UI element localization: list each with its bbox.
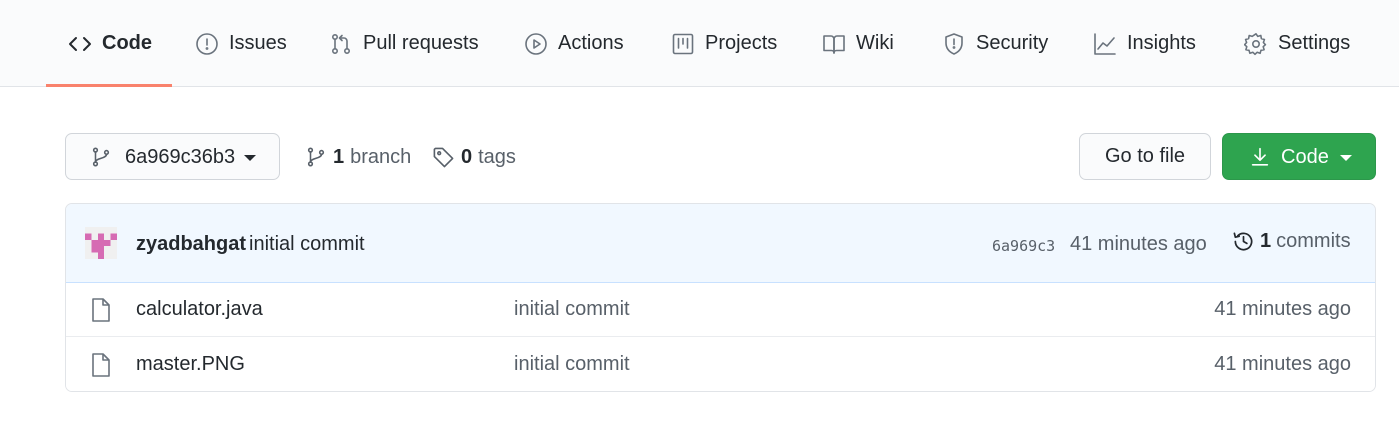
commit-count-label: commits [1276,230,1351,252]
commit-sha[interactable]: 6a969c3 [992,237,1055,255]
avatar[interactable] [85,227,117,259]
code-icon [69,36,91,51]
selected-tab-indicator [46,84,172,87]
git-pull-request-icon [331,33,351,54]
tab-label: Pull requests [363,32,479,54]
git-branch-icon [307,147,325,167]
play-icon [525,32,547,55]
graph-icon [1094,32,1116,55]
tab-insights[interactable]: Insights [1093,0,1196,87]
project-icon [672,33,694,54]
go-to-file-label: Go to file [1104,145,1186,167]
tab-label: Code [102,32,152,54]
tab-pull-requests[interactable]: Pull requests [329,0,479,87]
commit-message[interactable]: initial commit [249,233,365,256]
commit-count: 1 [1260,230,1272,252]
commits-history-link[interactable]: 1 commits [1232,230,1351,253]
tab-label: Settings [1278,32,1351,54]
go-to-file-button[interactable]: Go to file [1079,133,1211,180]
tag-count: 0 [461,145,473,168]
branch-select-label: 6a969c36b3 [125,146,236,168]
file-commit-message[interactable]: initial commit [514,353,630,376]
tab-projects[interactable]: Projects [671,0,777,87]
tab-label: Wiki [856,32,894,54]
branch-count: 1 [333,145,345,168]
file-icon [92,298,110,322]
gear-icon [1244,32,1267,55]
chevron-down-icon [244,155,256,161]
tab-settings[interactable]: Settings [1244,0,1350,87]
tab-label: Actions [558,32,624,54]
chevron-down-icon [1340,155,1352,161]
history-icon [1233,232,1253,251]
code-button-label: Code [1281,146,1329,168]
tab-label: Security [976,32,1049,54]
tab-wiki[interactable]: Wiki [822,0,894,87]
branch-select-button[interactable]: 6a969c36b3 [65,133,280,180]
book-icon [823,34,845,54]
file-row: calculator.java initial commit 41 minute… [66,283,1375,337]
tag-label: tags [478,145,516,168]
tab-code[interactable]: Code [68,0,152,87]
branch-label: branch [350,145,412,168]
shield-icon [945,32,963,55]
issue-opened-icon [196,32,218,55]
file-age: 41 minutes ago [1214,298,1351,320]
file-list: zyadbahgat initial commit 6a969c3 41 min… [65,203,1376,392]
tab-label: Insights [1127,32,1196,54]
latest-commit-bar: zyadbahgat initial commit 6a969c3 41 min… [66,204,1375,283]
tab-label: Issues [229,32,287,54]
branches-link[interactable]: 1 branch [305,140,411,174]
commit-author[interactable]: zyadbahgat [136,233,246,256]
repo-nav: Code Issues Pull requests Actions Projec… [0,0,1399,87]
file-commit-message[interactable]: initial commit [514,298,630,321]
tab-label: Projects [705,32,778,54]
file-row: master.PNG initial commit 41 minutes ago [66,338,1375,391]
commit-time: 41 minutes ago [1070,233,1207,255]
file-icon [92,353,110,377]
tab-actions[interactable]: Actions [524,0,624,87]
tab-issues[interactable]: Issues [195,0,287,87]
tab-security[interactable]: Security [942,0,1048,87]
tag-icon [433,147,454,167]
tags-link[interactable]: 0 tags [432,140,516,174]
file-name[interactable]: calculator.java [136,298,263,321]
code-dropdown-button[interactable]: Code [1222,133,1376,180]
file-name[interactable]: master.PNG [136,353,245,376]
git-branch-icon [92,147,110,166]
download-icon [1251,147,1269,166]
file-age: 41 minutes ago [1214,353,1351,375]
